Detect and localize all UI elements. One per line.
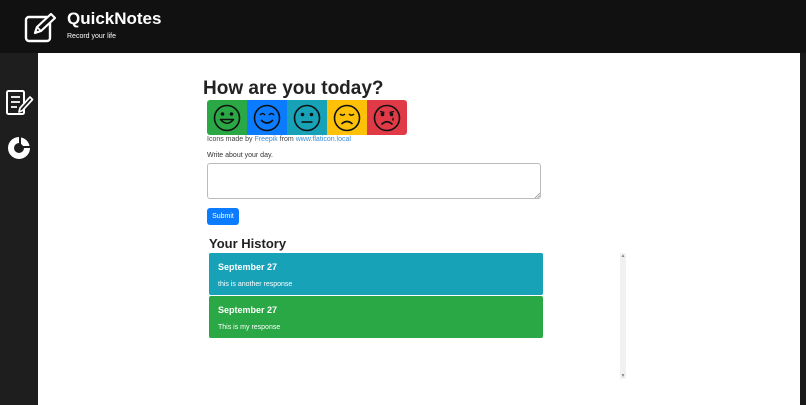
window-edge — [800, 53, 806, 405]
edit-note-logo-icon — [24, 12, 56, 43]
neutral-face-icon — [293, 104, 321, 131]
mood-sad-button[interactable] — [327, 100, 367, 135]
history-scrollbar[interactable]: ▲ ▼ — [620, 253, 626, 379]
very-happy-face-icon — [213, 104, 241, 131]
top-bar: QuickNotes Record your life — [0, 0, 806, 53]
very-sad-face-icon — [373, 104, 401, 131]
main-content: How are you today? Icons made by Freepik… — [38, 53, 800, 405]
history-entry-text: This is my response — [218, 324, 281, 331]
app-subtitle: Record your life — [67, 33, 117, 40]
credit-author-link[interactable]: Freepik — [254, 136, 277, 143]
history-entry-date: September 27 — [218, 262, 278, 272]
mood-question: How are you today? — [203, 78, 384, 99]
mood-neutral-button[interactable] — [287, 100, 327, 135]
journal-label: Write about your day. — [207, 152, 273, 159]
credit-prefix: Icons made by — [207, 136, 255, 143]
icon-credit: Icons made by Freepik from www.flaticon.… — [207, 136, 351, 143]
mood-very-happy-button[interactable] — [207, 100, 247, 135]
app-title: QuickNotes — [67, 9, 162, 28]
submit-button[interactable]: Submit — [207, 208, 239, 225]
credit-middle: from — [277, 136, 296, 143]
happy-face-icon — [253, 104, 281, 131]
journal-textarea[interactable] — [207, 163, 541, 199]
history-title: Your History — [209, 236, 287, 251]
history-list: September 27 this is another response Se… — [209, 253, 545, 339]
history-entry[interactable]: September 27 This is my response — [209, 296, 543, 338]
sidebar — [0, 53, 38, 405]
journal-icon — [6, 90, 34, 115]
history-entry-date: September 27 — [218, 305, 278, 315]
history-entry[interactable]: September 27 this is another response — [209, 253, 543, 295]
credit-site-link[interactable]: www.flaticon.local — [296, 136, 351, 143]
resize-grip-icon[interactable] — [534, 192, 540, 198]
sidebar-item-stats[interactable] — [4, 133, 34, 163]
mood-selector — [207, 100, 407, 135]
pie-chart-icon — [8, 137, 30, 159]
scroll-up-arrow-icon[interactable]: ▲ — [620, 253, 626, 259]
mood-very-sad-button[interactable] — [367, 100, 407, 135]
mood-happy-button[interactable] — [247, 100, 287, 135]
sidebar-item-journal[interactable] — [4, 88, 34, 118]
scroll-down-arrow-icon[interactable]: ▼ — [620, 373, 626, 379]
history-entry-text: this is another response — [218, 281, 293, 288]
sad-face-icon — [333, 104, 361, 131]
